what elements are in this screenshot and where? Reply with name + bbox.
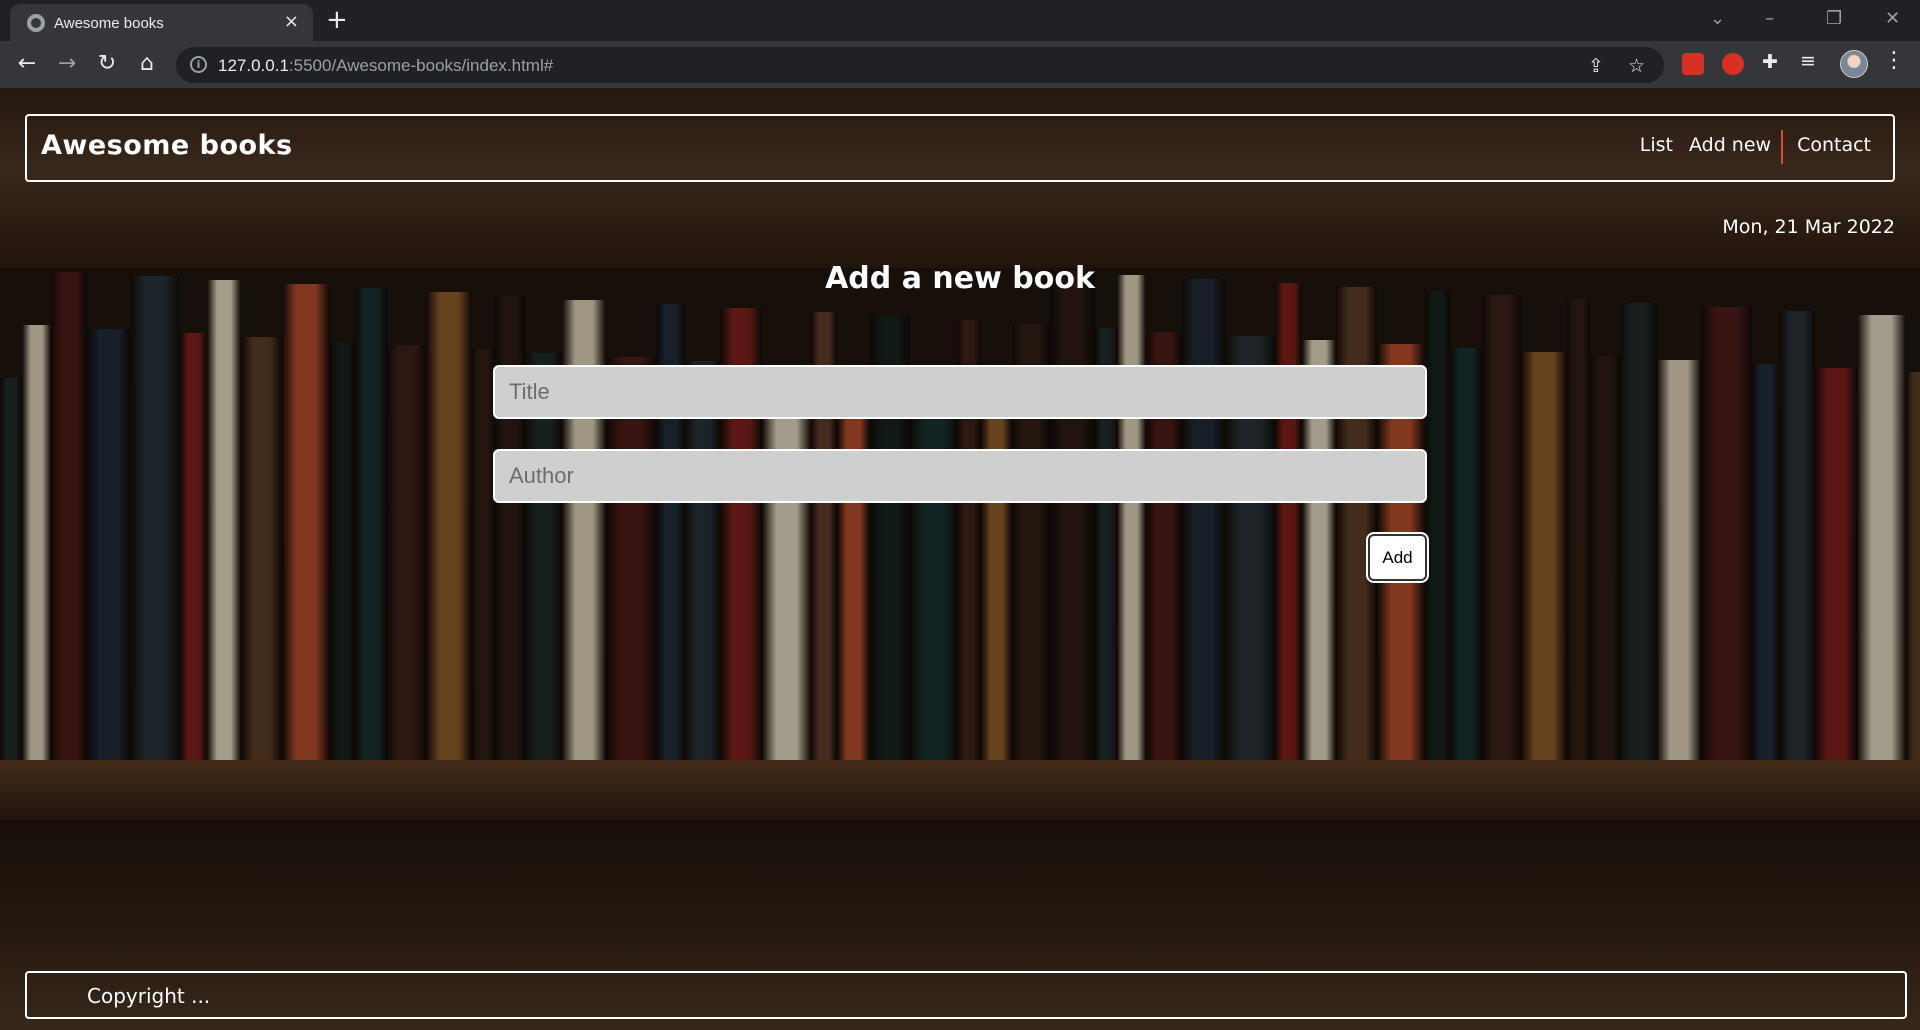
address-bar[interactable]: i 127.0.0.1:5500/Awesome-books/index.htm…	[176, 47, 1664, 83]
background-shade	[0, 88, 1920, 1030]
bookmark-star-icon[interactable]: ☆	[1628, 55, 1645, 77]
browser-tab[interactable]: Awesome books ×	[10, 4, 313, 41]
extension-video-icon[interactable]	[1682, 53, 1704, 75]
reload-icon[interactable]: ↻	[93, 51, 121, 77]
nav-link-list[interactable]: List	[1632, 134, 1681, 164]
share-icon[interactable]: ⇪	[1588, 55, 1604, 77]
nav-link-add-new[interactable]: Add new	[1681, 134, 1779, 164]
url-text[interactable]: 127.0.0.1:5500/Awesome-books/index.html#	[218, 56, 553, 76]
close-window-button[interactable]: ✕	[1885, 8, 1900, 29]
nav-separator	[1781, 130, 1784, 164]
copyright-text: Copyright ...	[87, 984, 211, 1008]
brand-title: Awesome books	[41, 130, 293, 161]
profile-avatar[interactable]	[1840, 50, 1868, 78]
page-title: Add a new book	[825, 261, 1095, 296]
current-date: Mon, 21 Mar 2022	[1722, 216, 1895, 238]
minimize-button[interactable]: –	[1765, 8, 1774, 29]
add-book-button[interactable]: Add	[1368, 534, 1427, 581]
tab-title: Awesome books	[54, 15, 164, 32]
browser-toolbar: ← → ↻ ⌂ i 127.0.0.1:5500/Awesome-books/i…	[0, 41, 1920, 88]
page-viewport: Awesome books List Add new Contact Mon, …	[0, 88, 1920, 1030]
author-input[interactable]	[493, 449, 1427, 503]
back-icon[interactable]: ←	[13, 51, 41, 77]
navbar: Awesome books List Add new Contact	[25, 114, 1895, 182]
tab-search-icon[interactable]: ⌄	[1710, 8, 1725, 29]
restore-button[interactable]: ❐	[1826, 8, 1842, 29]
close-tab-icon[interactable]: ×	[284, 12, 299, 32]
home-icon[interactable]: ⌂	[133, 51, 161, 77]
reading-list-icon[interactable]: ≡	[1800, 50, 1816, 72]
site-info-icon[interactable]: i	[190, 56, 207, 73]
new-tab-button[interactable]: +	[326, 7, 348, 33]
browser-menu-icon[interactable]: ⋮	[1883, 48, 1905, 73]
adblock-plus-icon[interactable]	[1722, 53, 1744, 75]
forward-icon[interactable]: →	[53, 51, 81, 77]
title-input[interactable]	[493, 365, 1427, 419]
browser-tabstrip: Awesome books × + ⌄ – ❐ ✕	[0, 0, 1920, 41]
footer: Copyright ...	[25, 971, 1907, 1019]
extensions-puzzle-icon[interactable]: ✚	[1762, 51, 1778, 73]
nav-link-contact[interactable]: Contact	[1789, 134, 1879, 164]
globe-icon	[27, 14, 45, 32]
nav-links: List Add new Contact	[1632, 130, 1879, 164]
